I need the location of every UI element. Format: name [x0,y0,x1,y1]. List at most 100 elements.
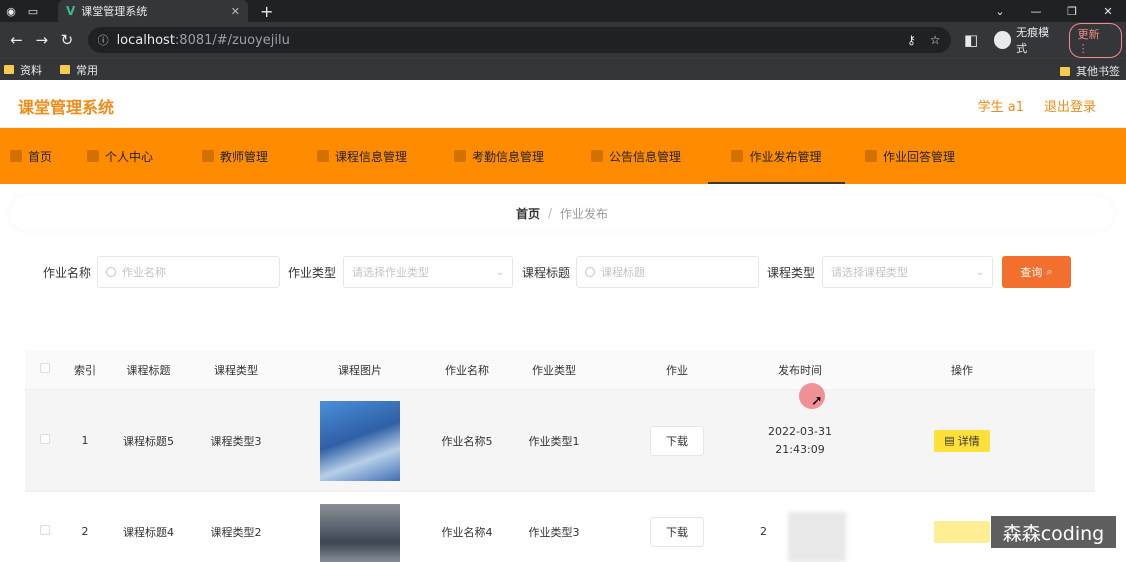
checkbox[interactable] [40,363,50,373]
breadcrumb-home[interactable]: 首页 [516,205,540,222]
url-path: :8081/#/zuoyejilu [174,32,290,48]
course-type-placeholder: 请选择课程类型 [831,266,908,279]
clock-icon [454,150,466,162]
minimize-icon[interactable]: — [1018,0,1054,22]
select-all-checkbox[interactable] [25,363,65,376]
table-row[interactable]: 1 课程标题5 课程类型3 作业名称5 作业类型1 下载 2022-03-31 … [25,390,1095,492]
grid-icon [202,150,214,162]
close-tab-icon[interactable]: ✕ [231,5,240,18]
breadcrumb-separator: / [547,206,553,220]
nav-label: 个人中心 [105,149,154,164]
query-button[interactable]: 查询 ⌕ [1002,256,1071,288]
hw-name-placeholder: 作业名称 [122,266,166,279]
browser-menu-icon[interactable]: ◉ [0,0,22,22]
incognito-profile[interactable]: 无痕模式 [993,24,1059,56]
table-row[interactable]: 2 课程标题4 课程类型2 作业名称4 作业类型3 下载 2 [25,492,1095,562]
username[interactable]: 学生 a1 [978,96,1024,115]
cell-hw-type: 作业类型1 [528,434,580,448]
bookmark-folder[interactable]: 资料 [4,62,42,78]
reload-icon[interactable]: ↻ [54,31,79,49]
nav-profile[interactable]: 个人中心 [87,128,153,184]
tab-title: 课堂管理系统 [81,5,148,18]
col-course-type: 课程类型 [214,363,258,377]
checkbox[interactable] [40,434,50,444]
hw-name-input[interactable]: 作业名称 [97,256,280,288]
mouse-cursor-icon: ➚ [811,393,823,409]
checkbox[interactable] [40,525,50,535]
nav-label: 教师管理 [220,149,269,164]
app-header: 课堂管理系统 学生 a1 退出登录 [0,80,1126,128]
publish-time: 21:43:09 [775,442,825,456]
bookmarks-bar: 资料 常用 其他书签 [0,58,1126,80]
search-icon: ⌕ [1046,265,1053,278]
cell-hw-type: 作业类型3 [528,525,580,539]
col-homework: 作业 [666,363,688,377]
download-button[interactable]: 下载 [650,425,704,456]
cell-actions: ▤ 详情 [860,429,1064,452]
url-input[interactable]: ⓘ localhost:8081/#/zuoyejilu ⚷ ☆ [87,27,951,53]
restore-icon[interactable]: ❐ [1054,0,1090,22]
forward-icon[interactable]: → [29,31,54,49]
incognito-icon [993,31,1012,49]
download-button[interactable]: 下载 [650,516,704,547]
folder-icon [1060,66,1070,76]
vue-logo-icon: V [66,4,76,18]
grid-icon [865,150,877,162]
detail-button[interactable]: ▤ 详情 [934,429,990,452]
nav-teachers[interactable]: 教师管理 [202,128,268,184]
browser-tab[interactable]: V 课堂管理系统 ✕ [58,0,248,22]
detail-button[interactable] [934,520,990,543]
info-icon[interactable]: ⓘ [98,32,109,48]
document-icon: ▤ [944,434,955,447]
hw-type-select[interactable]: 请选择作业类型 ⌄ [343,256,513,288]
col-actions: 操作 [951,363,973,377]
other-bookmarks[interactable]: 其他书签 [1060,63,1120,79]
pen-icon [731,150,744,162]
nav-attendance[interactable]: 考勤信息管理 [454,128,544,184]
cell-homework: 下载 [614,425,740,456]
close-window-icon[interactable]: ✕ [1090,0,1126,22]
cell-course-type: 课程类型3 [210,434,262,448]
blurred-region [788,512,846,562]
course-title-placeholder: 课程标题 [601,266,645,279]
course-image[interactable] [320,400,400,481]
nav-courses[interactable]: 课程信息管理 [317,128,407,184]
key-icon[interactable]: ⚷ [907,33,916,47]
row-checkbox[interactable] [25,434,65,447]
col-course-title: 课程标题 [126,363,171,377]
update-button[interactable]: 更新 ⋮ [1068,22,1122,58]
nav-label: 课程信息管理 [335,149,408,164]
bookmark-label: 资料 [20,63,42,77]
course-type-select[interactable]: 请选择课程类型 ⌄ [822,256,993,288]
col-hw-name: 作业名称 [445,363,489,377]
home-icon [10,150,22,162]
chevron-down-icon: ⌄ [495,266,504,278]
folder-icon [60,65,70,74]
course-title-input[interactable]: 课程标题 [576,256,759,288]
tab-overview-icon[interactable]: ▭ [22,0,44,22]
new-tab-icon[interactable]: + [260,2,273,21]
hw-type-placeholder: 请选择作业类型 [352,266,429,279]
chevron-down-icon[interactable]: ⌄ [982,0,1018,22]
nav-label: 首页 [28,149,53,164]
query-label: 查询 [1020,266,1043,279]
nav-home[interactable]: 首页 [10,128,52,184]
search-icon [106,267,116,277]
course-type-label: 课程类型 [767,266,816,280]
detail-label: 详情 [957,434,980,448]
nav-homework-answers[interactable]: 作业回答管理 [865,128,955,184]
col-index: 索引 [74,363,96,377]
nav-notices[interactable]: 公告信息管理 [591,128,681,184]
nav-homework-publish[interactable]: 作业发布管理 [708,128,845,184]
bookmark-folder[interactable]: 常用 [60,62,98,78]
back-icon[interactable]: ← [4,31,29,49]
hw-type-label: 作业类型 [288,266,337,280]
hw-name-label: 作业名称 [43,266,92,280]
logout-link[interactable]: 退出登录 [1044,96,1096,115]
course-image[interactable] [320,503,400,562]
sidepanel-icon[interactable]: ◧ [959,31,984,49]
watermark: 森森coding [991,516,1116,548]
row-checkbox[interactable] [25,525,65,538]
col-hw-type: 作业类型 [532,363,576,377]
star-icon[interactable]: ☆ [930,33,941,47]
